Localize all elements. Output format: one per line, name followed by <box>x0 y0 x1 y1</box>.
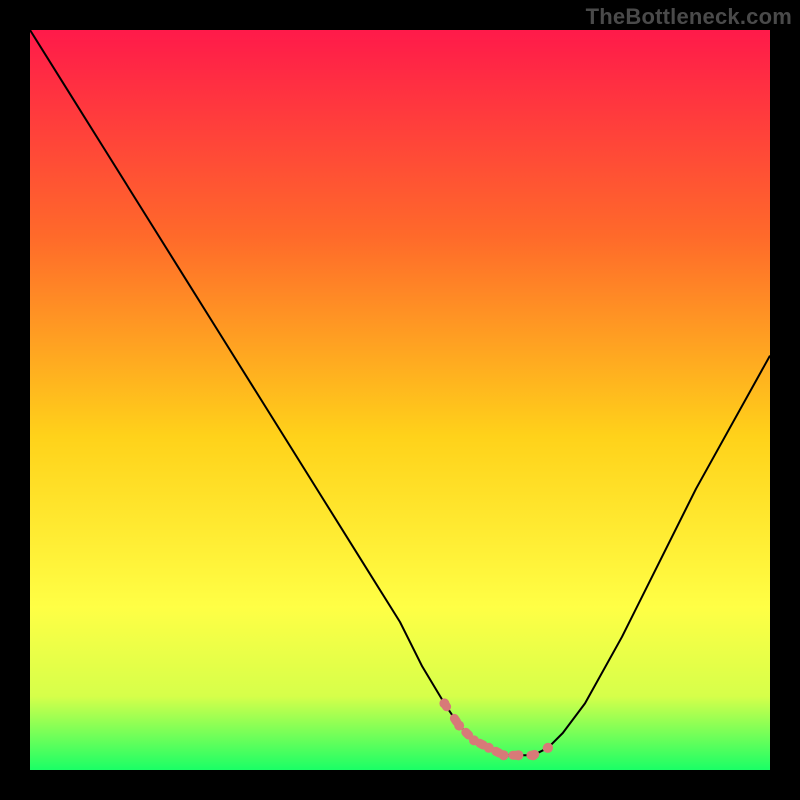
optimal-marker-dot <box>484 743 494 753</box>
optimal-marker-dot <box>469 735 479 745</box>
optimal-marker-dot <box>499 750 509 760</box>
optimal-marker-dot <box>439 698 449 708</box>
optimal-marker-dot <box>513 750 523 760</box>
gradient-background <box>30 30 770 770</box>
bottleneck-chart <box>30 30 770 770</box>
optimal-marker-dot <box>528 750 538 760</box>
optimal-marker-dot <box>454 721 464 731</box>
plot-area <box>30 30 770 770</box>
watermark-label: TheBottleneck.com <box>586 4 792 30</box>
chart-frame: TheBottleneck.com <box>0 0 800 800</box>
optimal-marker-dot <box>543 743 553 753</box>
